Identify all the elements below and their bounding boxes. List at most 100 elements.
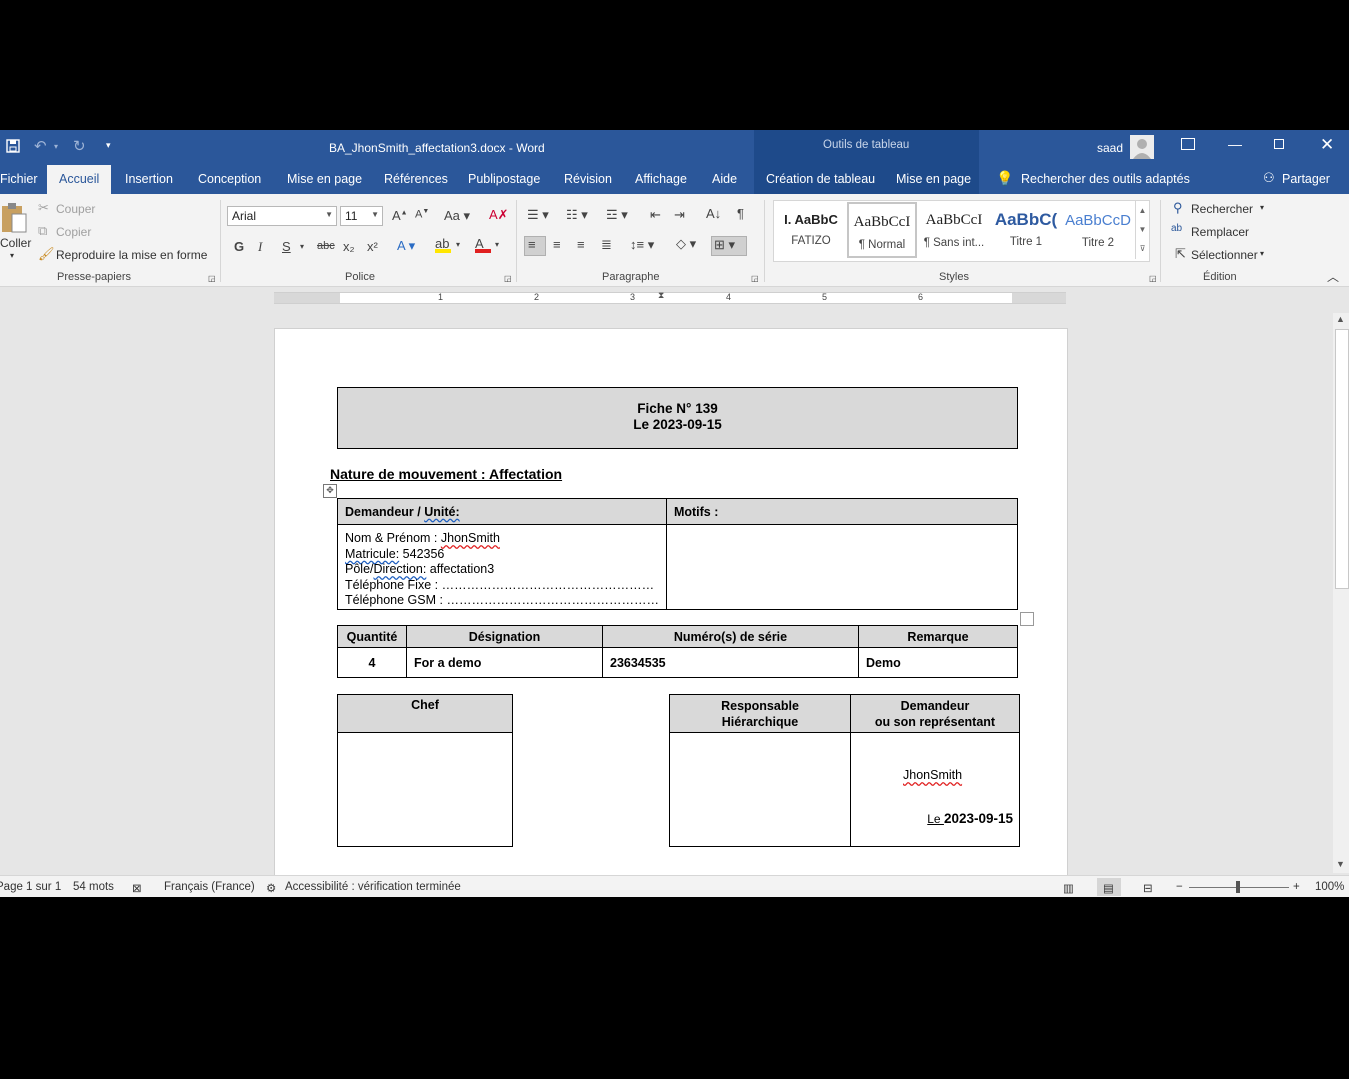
clear-formatting-icon[interactable]: A✗ (489, 207, 509, 223)
cut-button[interactable]: Couper (56, 202, 95, 216)
grow-font-icon[interactable]: A▲ (392, 208, 408, 223)
replace-button[interactable]: Remplacer (1191, 225, 1249, 239)
tab-help[interactable]: Aide (712, 172, 737, 186)
tab-home[interactable]: Accueil (47, 165, 112, 194)
zoom-in-icon[interactable]: + (1293, 881, 1300, 893)
indent-marker-icon[interactable]: ⧗ (658, 290, 664, 301)
scroll-up-icon[interactable]: ▲ (1336, 314, 1345, 324)
table-resize-handle[interactable] (1020, 612, 1034, 626)
style-no-spacing[interactable]: AaBbCcI ¶ Sans int... (919, 202, 989, 258)
italic-button[interactable]: I (258, 239, 262, 255)
scroll-thumb[interactable] (1335, 329, 1349, 589)
clipboard-launcher-icon[interactable]: ◲ (208, 274, 216, 283)
word-count[interactable]: 54 mots (73, 881, 114, 893)
align-right-icon[interactable]: ≡ (577, 237, 585, 252)
collapse-ribbon-icon[interactable]: ︿ (1327, 268, 1339, 285)
font-name-combo[interactable]: Arial ▼ (227, 206, 337, 226)
redo-icon[interactable]: ↻ (73, 137, 86, 155)
format-painter-button[interactable]: Reproduire la mise en forme (56, 248, 207, 262)
tab-insert[interactable]: Insertion (125, 172, 173, 186)
ribbon-display-icon[interactable] (1181, 138, 1195, 150)
horizontal-ruler[interactable]: 1 2 3 4 5 6 ⧗ (274, 290, 1066, 304)
font-launcher-icon[interactable]: ◲ (504, 274, 512, 283)
superscript-button[interactable]: x² (367, 239, 378, 254)
paste-icon[interactable] (0, 202, 28, 234)
font-color-dropdown-icon[interactable]: ▾ (495, 240, 499, 249)
style-fatizo[interactable]: I. AaBbC FATIZO (776, 202, 846, 258)
shading-icon[interactable]: ◇ ▾ (676, 236, 696, 252)
tell-me-search[interactable]: Rechercher des outils adaptés (1021, 172, 1190, 186)
style-heading-1[interactable]: AaBbC( Titre 1 (991, 202, 1061, 258)
avatar[interactable] (1130, 135, 1154, 159)
highlight-dropdown-icon[interactable]: ▾ (456, 240, 460, 249)
tab-layout[interactable]: Mise en page (287, 172, 362, 186)
chef-signature-cell[interactable] (337, 732, 513, 847)
find-dropdown-icon[interactable]: ▾ (1260, 203, 1264, 212)
tab-design[interactable]: Conception (198, 172, 261, 186)
copy-button[interactable]: Copier (56, 225, 91, 239)
proofing-icon[interactable]: ⊠ (132, 881, 142, 895)
decrease-indent-icon[interactable]: ⇤ (650, 207, 661, 223)
bullets-icon[interactable]: ☰ ▾ (527, 207, 549, 223)
tab-table-design[interactable]: Création de tableau (766, 172, 875, 186)
underline-dropdown-icon[interactable]: ▾ (300, 242, 304, 251)
undo-dropdown-icon[interactable]: ▾ (54, 142, 58, 151)
zoom-slider-handle[interactable] (1236, 881, 1240, 893)
justify-icon[interactable]: ≣ (601, 237, 612, 253)
page-count[interactable]: Page 1 sur 1 (0, 881, 61, 893)
style-heading-2[interactable]: AaBbCcD Titre 2 (1063, 202, 1133, 258)
bold-button[interactable]: G (234, 239, 244, 254)
select-dropdown-icon[interactable]: ▾ (1260, 249, 1264, 258)
undo-icon[interactable]: ↶ (34, 137, 47, 155)
tab-file[interactable]: Fichier (0, 172, 38, 186)
tab-mailings[interactable]: Publipostage (468, 172, 540, 186)
hierarchical-signature-cell[interactable] (669, 732, 851, 847)
tab-review[interactable]: Révision (564, 172, 612, 186)
text-effects-icon[interactable]: A ▾ (397, 238, 415, 254)
quantity-cell[interactable]: 4 (337, 647, 407, 678)
accessibility-status[interactable]: Accessibilité : vérification terminée (285, 881, 461, 893)
read-mode-icon[interactable]: ▥ (1063, 881, 1074, 895)
serial-cell[interactable]: 23634535 (602, 647, 859, 678)
web-layout-icon[interactable]: ⊟ (1143, 881, 1153, 895)
save-icon[interactable] (6, 139, 20, 153)
find-button[interactable]: Rechercher (1191, 202, 1253, 216)
motifs-cell[interactable] (665, 524, 1019, 610)
subscript-button[interactable]: x₂ (343, 239, 355, 254)
highlight-icon[interactable]: ab (435, 236, 451, 253)
multilevel-list-icon[interactable]: ☲ ▾ (606, 207, 628, 223)
remark-cell[interactable]: Demo (858, 647, 1018, 678)
customize-qat-icon[interactable]: ▾ (106, 140, 111, 151)
styles-scroll[interactable]: ▲ ▼ ⊽ (1135, 201, 1149, 259)
document-page[interactable]: Fiche N° 139 Le 2023-09-15 Nature de mou… (274, 328, 1068, 890)
vertical-scrollbar[interactable]: ▲ ▼ (1333, 313, 1349, 873)
font-color-icon[interactable]: A (475, 236, 491, 253)
tab-table-layout[interactable]: Mise en page (896, 172, 971, 186)
font-size-combo[interactable]: 11 ▼ (340, 206, 383, 226)
paste-dropdown-icon[interactable]: ▾ (10, 251, 14, 260)
shrink-font-icon[interactable]: A▼ (415, 208, 429, 221)
tab-references[interactable]: Références (384, 172, 448, 186)
increase-indent-icon[interactable]: ⇥ (674, 207, 685, 223)
numbering-icon[interactable]: ☷ ▾ (566, 207, 588, 223)
styles-launcher-icon[interactable]: ◲ (1149, 274, 1157, 283)
change-case-icon[interactable]: Aa ▾ (444, 208, 470, 224)
restore-icon[interactable] (1274, 139, 1284, 149)
language-status[interactable]: Français (France) (164, 881, 255, 893)
sort-icon[interactable]: A↓ (706, 206, 721, 221)
scroll-down-icon[interactable]: ▼ (1336, 859, 1345, 869)
requester-signature-cell[interactable]: JhonSmith Le 2023-09-15 (850, 732, 1020, 847)
close-icon[interactable]: ✕ (1320, 135, 1334, 155)
share-button[interactable]: Partager (1282, 172, 1330, 186)
line-spacing-icon[interactable]: ↕≡ ▾ (630, 237, 654, 253)
paragraph-launcher-icon[interactable]: ◲ (751, 274, 759, 283)
user-name[interactable]: saad (1097, 141, 1123, 155)
show-formatting-icon[interactable]: ¶ (737, 206, 744, 221)
zoom-out-icon[interactable]: − (1176, 881, 1183, 893)
zoom-level[interactable]: 100% (1315, 881, 1344, 893)
tab-view[interactable]: Affichage (635, 172, 687, 186)
designation-cell[interactable]: For a demo (406, 647, 603, 678)
strikethrough-button[interactable]: abc (317, 240, 335, 252)
style-normal[interactable]: AaBbCcI ¶ Normal (847, 202, 917, 258)
table-move-handle-icon[interactable]: ✥ (323, 484, 337, 498)
